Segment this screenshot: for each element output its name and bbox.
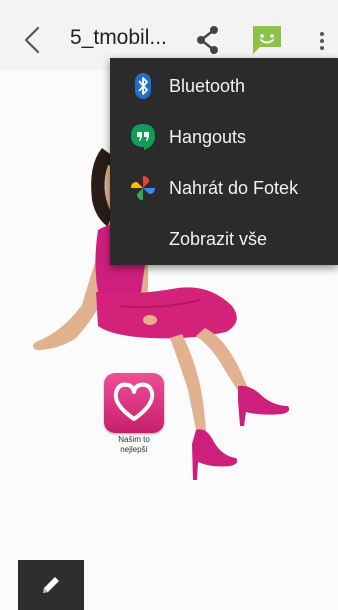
file-title: 5_tmobil... — [70, 26, 167, 49]
back-button[interactable] — [18, 24, 46, 56]
heart-logo-icon — [113, 382, 155, 421]
more-options-button[interactable] — [312, 26, 332, 56]
hangouts-icon — [128, 122, 158, 152]
messaging-icon — [253, 26, 281, 54]
messaging-button[interactable] — [250, 24, 284, 56]
edit-button[interactable] — [18, 560, 84, 610]
bluetooth-icon — [128, 71, 158, 101]
back-arrow-icon — [24, 26, 40, 54]
share-button[interactable] — [193, 24, 223, 56]
share-icon — [197, 26, 218, 54]
menu-label-bluetooth: Bluetooth — [169, 75, 246, 96]
menu-item-show-all[interactable]: Zobrazit vše — [110, 213, 338, 265]
menu-item-google-photos[interactable]: Nahrát do Fotek — [110, 162, 338, 214]
app-logo-label-line1: Našim to — [118, 435, 150, 444]
menu-item-hangouts[interactable]: Hangouts — [110, 111, 338, 163]
app-logo-tile — [104, 373, 164, 433]
menu-label-google-photos: Nahrát do Fotek — [169, 177, 299, 198]
google-photos-icon — [128, 173, 158, 203]
menu-item-bluetooth[interactable]: Bluetooth — [110, 60, 338, 112]
pencil-icon — [43, 577, 59, 593]
app-logo-label: Našim to nejlepší — [96, 435, 172, 455]
share-menu: Bluetooth Hangouts Nahrát do Fotek Zobra… — [110, 58, 338, 265]
app-logo-label-line2: nejlepší — [120, 445, 148, 454]
menu-label-hangouts: Hangouts — [169, 126, 247, 147]
more-vert-icon — [320, 32, 324, 50]
menu-label-show-all: Zobrazit vše — [169, 228, 268, 249]
